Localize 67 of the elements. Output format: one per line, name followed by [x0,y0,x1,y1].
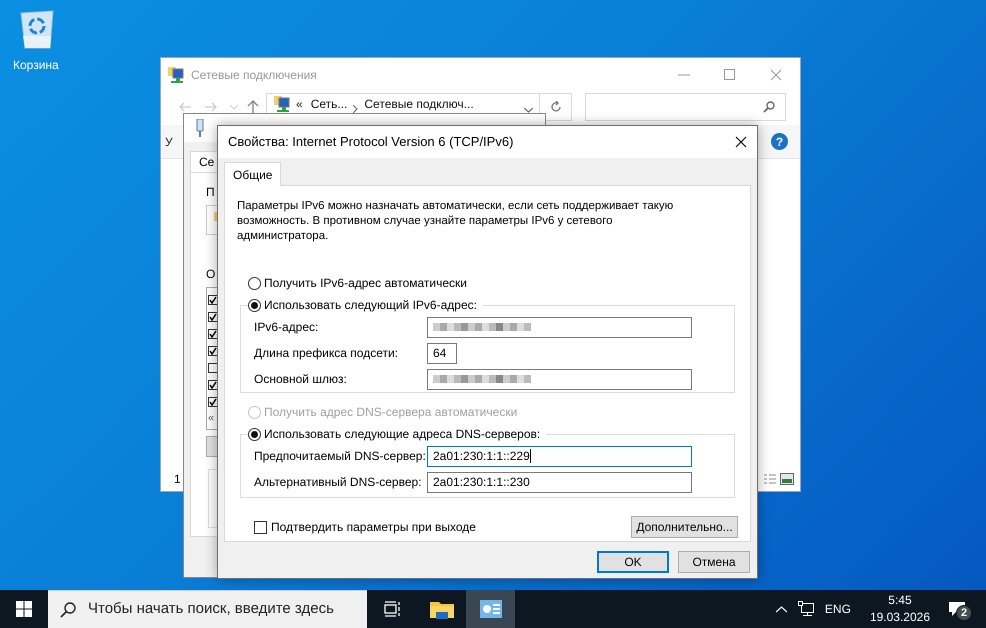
breadcrumb-separator-icon [353,105,358,113]
thumbnail-view-icon[interactable] [780,473,794,485]
radio-button[interactable] [248,428,261,440]
breadcrumb-item[interactable]: Сетевые подключ... [364,95,474,113]
search-field[interactable] [585,93,786,121]
network-connections-icon [167,66,185,84]
taskbar-app-button[interactable] [466,590,515,628]
input-field[interactable]: 2a01:230:1:1::230 [427,472,692,492]
taskbar-search-field[interactable]: Чтобы начать поиск, введите здесь [48,590,367,628]
radio-label[interactable]: Использовать следующий IPv6-адрес: [264,296,477,314]
folder-icon [430,599,454,619]
radio-label[interactable]: Использовать следующие адреса DNS-серверов: [264,425,540,443]
field-label: Длина префикса подсети: [254,345,399,362]
tab[interactable]: Общие [224,162,282,186]
cancel-button[interactable]: Отмена [678,551,750,573]
network-connections-icon [273,95,291,113]
clock[interactable]: 5:45 19.03.2026 [870,592,930,626]
window-title: Сетевые подключения [191,66,317,84]
radio-label[interactable]: Получить IPv6-адрес автоматически [264,274,467,292]
ribbon-tab[interactable]: У [165,132,173,150]
description-text: Параметры IPv6 можно назначать автоматически, если сеть поддерживает такую возможность. В противном случае узнайте параметры IPv6 у сетевого администратора. [237,199,674,244]
network-monitor-icon[interactable] [798,601,814,617]
advanced-button[interactable]: Дополнительно... [631,516,738,538]
text-cursor [530,449,531,463]
input-field[interactable]: 2a01:230:1:1::229 [427,446,692,466]
input-field[interactable] [427,316,692,338]
checkbox-label[interactable]: Подтвердить параметры при выходе [271,518,476,536]
search-icon [763,101,775,113]
field-value: 2a01:230:1:1::230 [433,474,530,491]
ok-button[interactable]: OK [597,551,669,573]
details-view-icon[interactable] [764,474,776,484]
search-icon [60,602,76,618]
field-value: 2a01:230:1:1::229 [433,448,530,465]
field-label: Предпочитаемый DNS-сервер: [254,448,427,465]
field-label: О [206,266,216,283]
status-text: 1 [174,471,181,488]
language-indicator[interactable]: ENG [824,600,851,618]
radio-button[interactable] [248,276,261,290]
help-icon[interactable]: ? [771,133,788,150]
chevron-down-icon[interactable] [524,108,533,113]
recycle-bin-icon[interactable] [18,8,56,50]
close-icon[interactable] [735,136,747,148]
radio-button[interactable] [248,298,261,312]
field-label: П [206,184,216,201]
clock-time: 5:45 [888,592,912,609]
checkbox[interactable] [254,520,267,534]
breadcrumb-item[interactable]: Сеть... [310,95,348,113]
field-label: Альтернативный DNS-сервер: [254,474,423,491]
desktop-icon-label[interactable]: Корзина [13,56,59,74]
input-field[interactable] [427,368,692,390]
clock-date: 19.03.2026 [870,609,930,626]
network-app-icon [480,600,502,618]
field-value: 64 [433,345,446,362]
search-placeholder: Чтобы начать поиск, введите здесь [88,599,334,620]
task-view-icon [384,601,401,617]
input-field[interactable]: 64 [427,342,457,364]
windows-logo-icon [16,601,32,617]
maximize-icon[interactable] [724,68,736,80]
dialog-title: Свойства: Internet Protocol Version 6 (TCP/IPv6) [228,133,514,152]
ethernet-plug-icon [196,119,204,137]
field-label: IPv6-адрес: [254,319,320,336]
notification-badge: 2 [956,605,972,621]
refresh-icon [550,101,562,113]
chevron-up-icon[interactable] [776,606,787,612]
field-label: Основной шлюз: [254,371,348,388]
breadcrumb-overflow[interactable]: « [296,95,303,113]
up-arrow-icon[interactable] [247,100,259,113]
